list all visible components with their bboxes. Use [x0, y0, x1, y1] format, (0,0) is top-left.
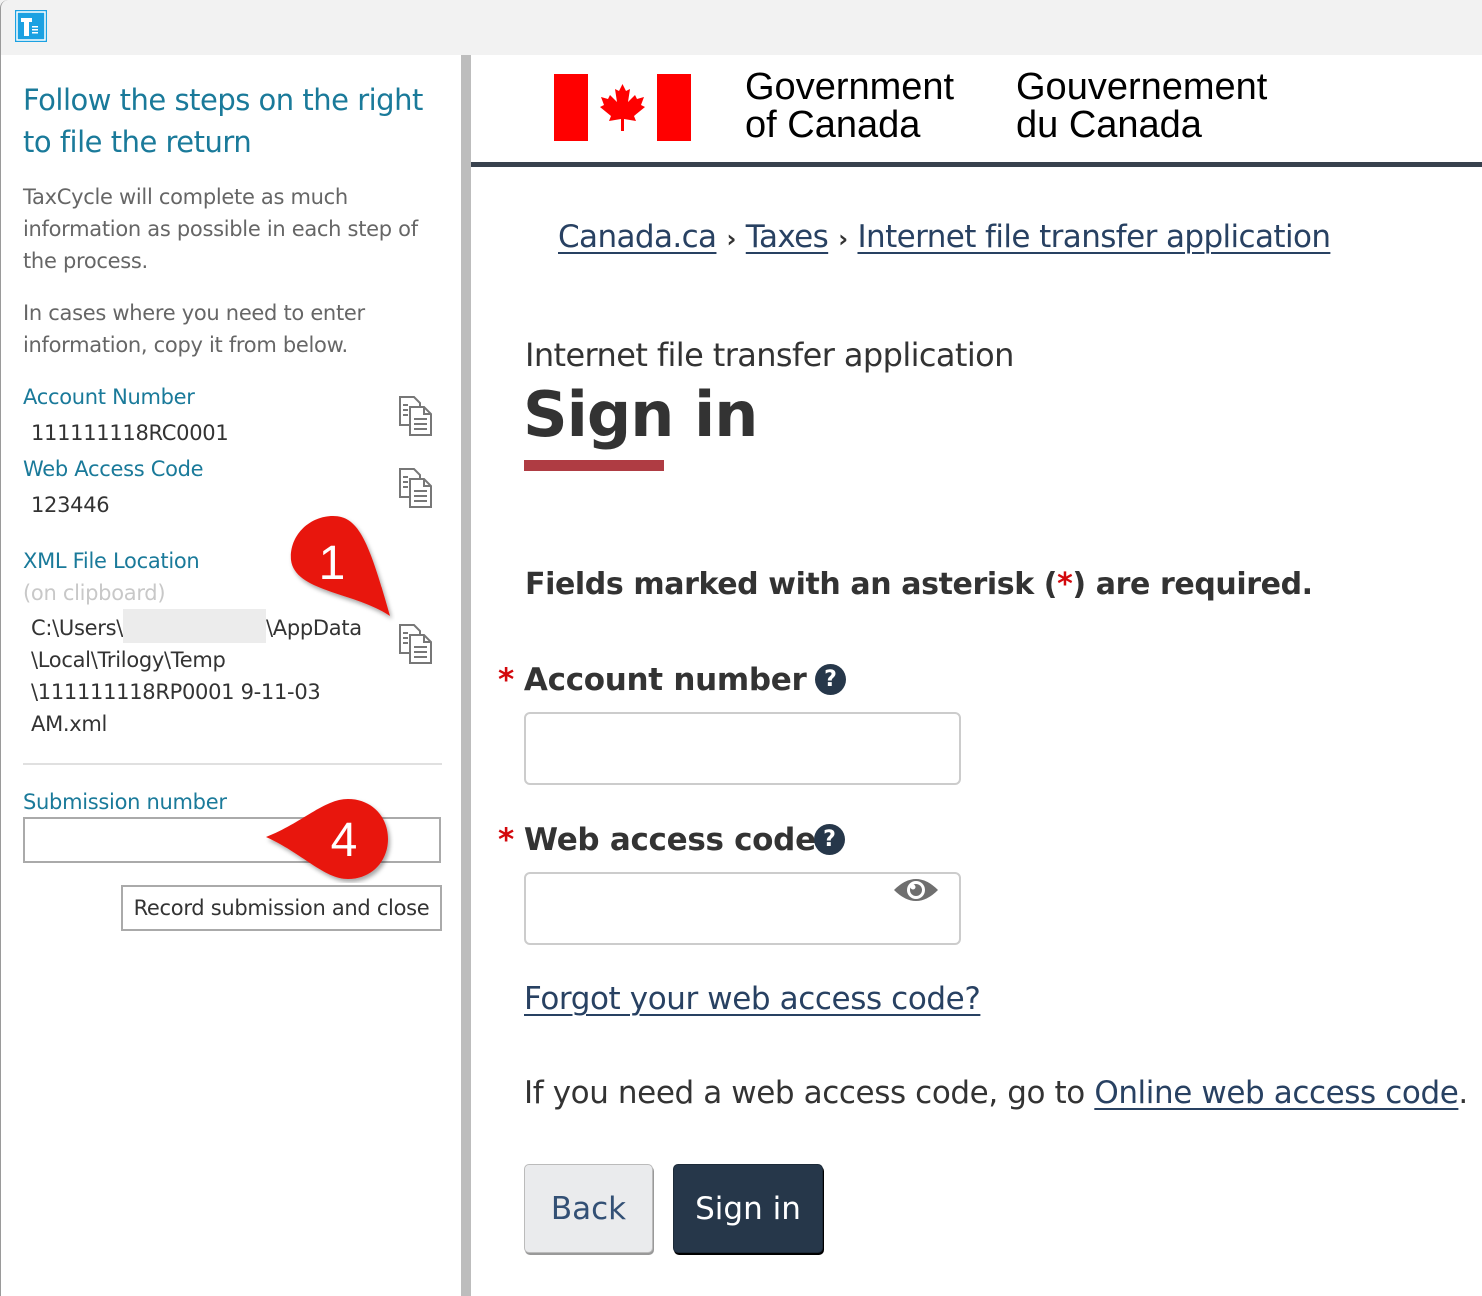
title-accent-bar: [524, 460, 664, 471]
account-number-help-icon[interactable]: ?: [815, 664, 846, 695]
note-text: ) are required.: [1072, 567, 1313, 602]
copy-icon: [399, 396, 432, 436]
gouvernement-du-canada-wordmark: Gouvernement du Canada: [1016, 68, 1267, 144]
note-text: Fields marked with an asterisk (: [525, 567, 1058, 602]
copy-instructions-paragraph: In cases where you need to enter informa…: [23, 301, 365, 357]
path-prefix: C:\Users\: [31, 616, 123, 640]
web-access-code-info: If you need a web access code, go to Onl…: [524, 1071, 1468, 1115]
required-asterisk: *: [498, 822, 514, 858]
panel-splitter[interactable]: [461, 55, 471, 1296]
path-suffix: \AppData: [266, 616, 362, 640]
xml-file-path-line-4: AM.xml: [31, 712, 108, 736]
breadcrumb: Canada.ca › Taxes › Internet file transfer a…: [558, 215, 1331, 261]
web-access-code-field-label: * Web access code: [498, 820, 816, 860]
xml-file-location-label: XML File Location: [23, 549, 200, 573]
account-number-value: 111111118RC0001: [31, 421, 229, 445]
chevron-right-icon: ›: [726, 225, 736, 253]
forgot-web-access-code-link[interactable]: Forgot your web access code?: [524, 977, 981, 1021]
redacted-username: [123, 609, 266, 643]
account-number-field-label: * Account number: [498, 660, 807, 700]
back-button[interactable]: Back: [524, 1164, 653, 1253]
xml-file-path-line-3: \111111118RP0001 9-11-03: [31, 680, 321, 704]
account-number-label: Account Number: [23, 385, 195, 409]
header-rule: [471, 162, 1482, 167]
sign-in-button[interactable]: Sign in: [673, 1164, 823, 1253]
page-subtitle: Internet file transfer application: [525, 336, 1014, 374]
web-access-code-label: Web Access Code: [23, 457, 204, 481]
eye-icon: [894, 879, 938, 901]
wordmark-fr-line-2: du Canada: [1016, 104, 1202, 146]
panel-divider: [23, 763, 442, 765]
cra-sign-in-page: Government of Canada Gouvernement du Can…: [471, 55, 1482, 1296]
submission-number-input[interactable]: [23, 817, 441, 863]
breadcrumb-taxes[interactable]: Taxes: [746, 219, 829, 255]
required-asterisk: *: [498, 662, 514, 698]
info-text: If you need a web access code, go to: [524, 1075, 1095, 1111]
government-of-canada-wordmark: Government of Canada: [745, 68, 954, 144]
intro-paragraph: TaxCycle will complete as much informati…: [23, 185, 418, 273]
copy-icon: [399, 468, 432, 508]
online-web-access-code-link[interactable]: Online web access code: [1094, 1075, 1458, 1111]
breadcrumb-internet-file-transfer[interactable]: Internet file transfer application: [857, 219, 1331, 255]
account-number-input[interactable]: [524, 712, 961, 785]
wordmark-en-line-1: Government: [745, 66, 955, 108]
copy-xml-file-location-button[interactable]: [396, 623, 436, 665]
submission-number-label: Submission number: [23, 790, 227, 814]
web-access-code-help-icon[interactable]: ?: [814, 824, 845, 855]
canada-flag-icon: [554, 74, 691, 141]
copy-icon: [399, 624, 432, 664]
chevron-right-icon: ›: [838, 225, 848, 253]
required-fields-note: Fields marked with an asterisk (*) are r…: [525, 565, 1313, 605]
xml-file-path-line-2: \Local\Trilogy\Temp: [31, 648, 226, 672]
info-text-end: .: [1458, 1075, 1468, 1111]
web-access-code-value: 123446: [31, 493, 110, 517]
page-title: Sign in: [523, 378, 758, 451]
government-of-canada-header: Government of Canada Gouvernement du Can…: [471, 55, 1482, 167]
record-submission-and-close-button[interactable]: Record submission and close: [121, 885, 442, 931]
asterisk: *: [1057, 567, 1073, 602]
taxcycle-app-icon: [15, 10, 47, 42]
on-clipboard-note: (on clipboard): [23, 581, 166, 605]
wordmark-en-line-2: of Canada: [745, 104, 921, 146]
copy-account-number-button[interactable]: [396, 395, 436, 437]
xml-file-path-line-1: C:\Users\ \AppData: [31, 609, 362, 644]
taxcycle-instructions-panel: Follow the steps on the right to file th…: [0, 55, 461, 1296]
window-titlebar: [0, 0, 1482, 55]
wordmark-fr-line-1: Gouvernement: [1016, 66, 1268, 108]
show-password-toggle[interactable]: [892, 872, 940, 908]
label-text: Web access code: [523, 822, 816, 858]
label-text: Account number: [523, 662, 807, 698]
copy-web-access-code-button[interactable]: [396, 467, 436, 509]
panel-heading: Follow the steps on the right to file th…: [23, 83, 423, 159]
breadcrumb-canada-ca[interactable]: Canada.ca: [558, 219, 717, 255]
